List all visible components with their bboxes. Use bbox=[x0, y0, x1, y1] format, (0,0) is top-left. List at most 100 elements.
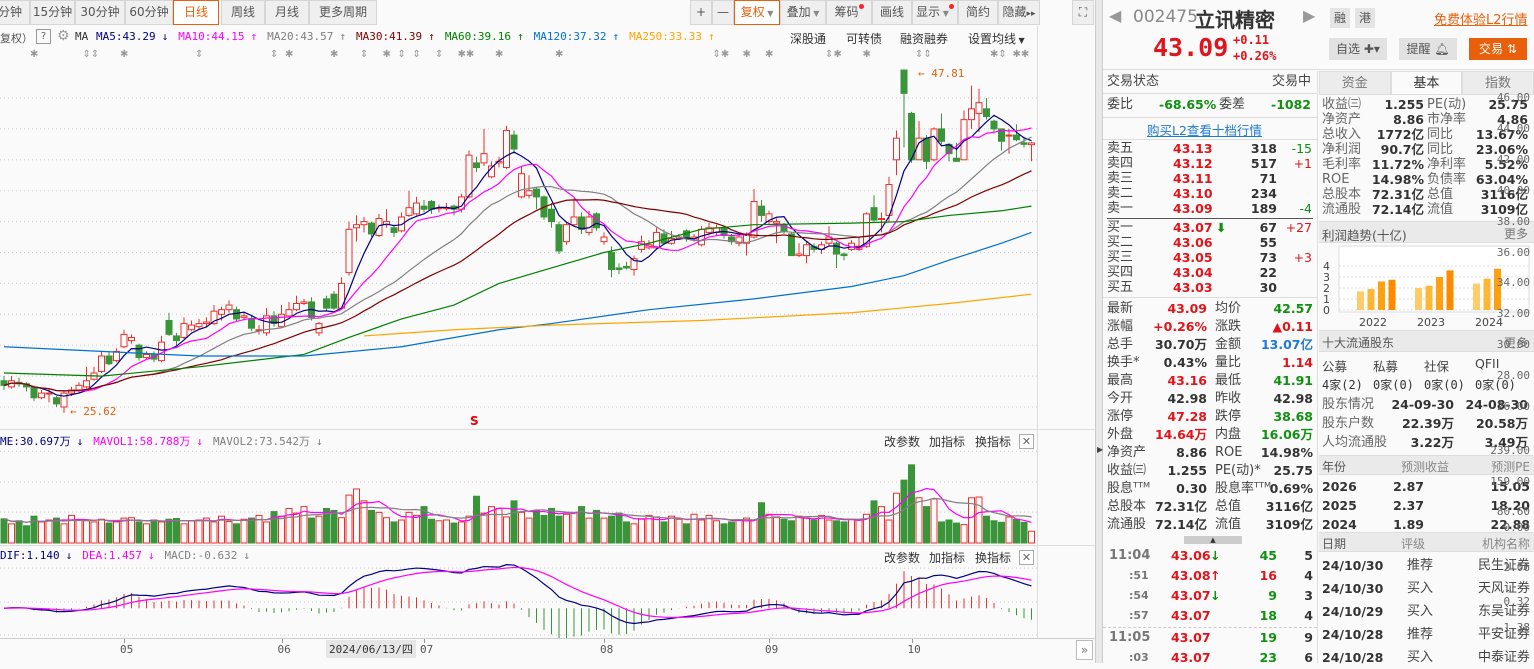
panel-tool-button[interactable]: 换指标 bbox=[975, 433, 1011, 450]
candle[interactable] bbox=[323, 298, 330, 309]
candle[interactable] bbox=[360, 221, 368, 226]
candle[interactable] bbox=[188, 324, 195, 331]
candle[interactable] bbox=[615, 267, 623, 270]
toolbar-button[interactable]: 复权 ▼ bbox=[734, 0, 780, 25]
order-book-row[interactable]: 卖三 43.11 71 bbox=[1103, 171, 1317, 186]
period-tab[interactable]: 分钟 bbox=[0, 0, 30, 25]
candle[interactable] bbox=[98, 355, 105, 372]
candle[interactable] bbox=[833, 242, 840, 255]
fullscreen-button[interactable]: ⛶ bbox=[1072, 0, 1094, 25]
candle[interactable] bbox=[570, 216, 578, 226]
candle[interactable] bbox=[368, 222, 375, 235]
candle[interactable] bbox=[600, 236, 608, 243]
candle[interactable] bbox=[518, 173, 525, 198]
candle[interactable] bbox=[248, 318, 255, 329]
candle[interactable] bbox=[233, 309, 240, 320]
candle[interactable] bbox=[773, 221, 780, 224]
candle[interactable] bbox=[983, 108, 990, 118]
event-marker-icon[interactable]: ✱ bbox=[765, 49, 773, 60]
candle[interactable] bbox=[525, 190, 533, 196]
candle[interactable] bbox=[83, 380, 90, 388]
candle[interactable] bbox=[420, 205, 428, 210]
hk-connect-badge[interactable]: 港 bbox=[1355, 8, 1375, 28]
candle[interactable] bbox=[953, 157, 960, 162]
indicator-link[interactable]: 深股通 bbox=[790, 30, 826, 47]
event-marker-icon[interactable]: ⇕ bbox=[360, 49, 368, 60]
toolbar-button[interactable]: 画线 bbox=[872, 0, 912, 25]
candle[interactable] bbox=[38, 392, 45, 399]
trade-button[interactable]: 交易 ⇅ bbox=[1469, 38, 1527, 60]
candle[interactable] bbox=[375, 218, 383, 237]
close-panel-icon[interactable]: ✕ bbox=[1019, 434, 1034, 449]
candle[interactable] bbox=[278, 313, 285, 328]
event-marker-icon[interactable]: ⇕✱ bbox=[713, 49, 730, 60]
candle[interactable] bbox=[75, 384, 83, 391]
candle[interactable] bbox=[758, 205, 765, 216]
toolbar-button[interactable]: — bbox=[712, 0, 734, 25]
candle[interactable] bbox=[563, 224, 570, 243]
period-tab[interactable]: 15分钟 bbox=[30, 0, 75, 25]
candle[interactable] bbox=[878, 218, 885, 221]
help-icon[interactable]: ? bbox=[36, 29, 51, 44]
candle[interactable] bbox=[480, 153, 488, 164]
event-marker-icon[interactable]: ⇕ bbox=[413, 49, 421, 60]
candle[interactable] bbox=[473, 162, 480, 169]
event-marker-icon[interactable]: ⇕ bbox=[270, 49, 278, 60]
candle[interactable] bbox=[165, 319, 173, 335]
candle[interactable] bbox=[803, 244, 810, 257]
panel-tool-button[interactable]: 加指标 bbox=[929, 433, 965, 450]
splitter[interactable]: ▶ bbox=[1095, 0, 1103, 663]
candle[interactable] bbox=[990, 120, 998, 130]
candle[interactable] bbox=[503, 129, 510, 169]
event-marker-icon[interactable]: ⇕ bbox=[195, 49, 203, 60]
order-book-row[interactable]: 买一 43.07 ⬇ 67 +27 bbox=[1103, 220, 1317, 235]
candle[interactable] bbox=[390, 227, 398, 233]
event-marker-icon[interactable]: ⇕✱ bbox=[825, 49, 842, 60]
candle[interactable] bbox=[143, 353, 150, 359]
close-panel-icon[interactable]: ✕ bbox=[1019, 550, 1034, 565]
candle[interactable] bbox=[465, 154, 473, 198]
candle[interactable] bbox=[240, 315, 248, 318]
candle[interactable] bbox=[1013, 134, 1020, 141]
next-stock-icon[interactable]: ▶ bbox=[1303, 6, 1315, 25]
prev-stock-icon[interactable]: ◀ bbox=[1109, 6, 1121, 25]
candle[interactable] bbox=[510, 134, 518, 150]
toolbar-button[interactable]: 隐藏▸▸ bbox=[998, 0, 1040, 25]
period-tab[interactable]: 更多周期 bbox=[309, 0, 377, 25]
order-book-row[interactable]: 买三 43.05 73 +3 bbox=[1103, 250, 1317, 265]
indicator-link[interactable]: 设置均线 ▼ bbox=[968, 30, 1025, 47]
panel-tool-button[interactable]: 改参数 bbox=[884, 433, 920, 450]
candle[interactable] bbox=[285, 309, 293, 317]
event-marker-icon[interactable]: ✱ bbox=[495, 49, 503, 60]
event-marker-icon[interactable]: ✱ bbox=[30, 49, 38, 60]
toolbar-button[interactable]: 叠加 ▼ bbox=[780, 0, 826, 25]
watchlist-button[interactable]: 自选 ✚▾ bbox=[1329, 38, 1387, 60]
toolbar-button[interactable]: 简约 bbox=[958, 0, 998, 25]
toolbar-button[interactable]: 显示 ▼ bbox=[912, 0, 958, 25]
candle[interactable] bbox=[908, 112, 915, 161]
candle[interactable] bbox=[533, 188, 540, 198]
event-marker-icon[interactable]: ✱ bbox=[555, 49, 563, 60]
order-book-row[interactable]: 卖四 43.12 517 +1 bbox=[1103, 156, 1317, 171]
order-book-row[interactable]: 卖一 43.09 189 -4 bbox=[1103, 201, 1317, 216]
candle[interactable] bbox=[135, 344, 143, 359]
info-tab[interactable]: 资金 bbox=[1319, 71, 1391, 95]
candle[interactable] bbox=[345, 228, 353, 274]
panel-tool-button[interactable]: 加指标 bbox=[929, 549, 965, 566]
candle[interactable] bbox=[225, 304, 233, 311]
event-marker-icon[interactable]: ⇕ bbox=[435, 49, 443, 60]
event-marker-icon[interactable]: ✱ bbox=[743, 49, 751, 60]
candle[interactable] bbox=[548, 208, 555, 223]
event-marker-icon[interactable]: ✱ bbox=[383, 49, 391, 60]
candle[interactable] bbox=[555, 224, 563, 252]
event-marker-icon[interactable]: ✱ bbox=[863, 49, 871, 60]
candle[interactable] bbox=[30, 386, 38, 399]
candle[interactable] bbox=[975, 102, 983, 114]
table-row[interactable]: 24/10/28 买入 中泰证券 bbox=[1319, 646, 1534, 669]
candle[interactable] bbox=[870, 207, 878, 221]
indicator-link[interactable]: 融资融券 bbox=[900, 30, 948, 47]
event-marker-icon[interactable]: ✱ bbox=[330, 49, 338, 60]
candle[interactable] bbox=[195, 323, 203, 328]
candle[interactable] bbox=[893, 137, 900, 161]
order-book-row[interactable]: 卖二 43.10 234 bbox=[1103, 186, 1317, 201]
